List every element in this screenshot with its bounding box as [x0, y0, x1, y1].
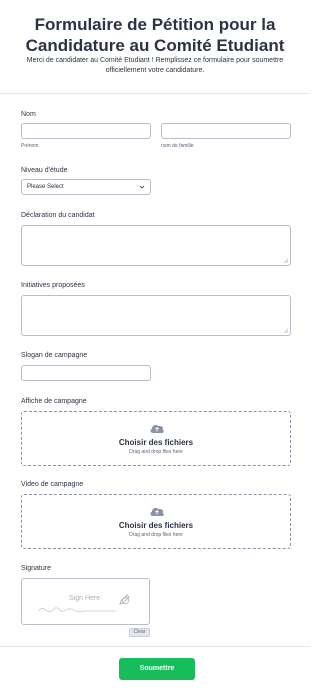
poster-upload-title: Choisir des fichiers [118, 438, 194, 447]
video-upload-dropzone[interactable]: Choisir des fichiers Drag and drop files… [21, 494, 291, 549]
first-name-input[interactable] [21, 123, 151, 139]
poster-upload-dropzone[interactable]: Choisir des fichiers Drag and drop files… [21, 411, 291, 466]
study-level-selected-value: Please Select [27, 184, 64, 190]
signature-pad[interactable]: Sign Here [21, 578, 150, 625]
clear-signature-button[interactable]: Clear [129, 628, 150, 637]
cloud-upload-icon [150, 424, 164, 433]
video-upload-hint: Drag and drop files here [129, 532, 183, 538]
form-subtitle: Merci de candidater au Comité Etudiant !… [26, 57, 284, 74]
last-name-input[interactable] [161, 123, 291, 139]
video-label: Video de campagne [21, 481, 84, 488]
study-level-label: Niveau d'étude [21, 167, 68, 174]
study-level-select[interactable]: Please Select [21, 179, 151, 195]
submit-button[interactable]: Soumettre [119, 658, 195, 680]
statement-label: Déclaration du candidat [21, 212, 95, 219]
form-title: Formulaire de Pétition pour la Candidatu… [25, 15, 285, 55]
resize-grip-icon[interactable] [283, 328, 288, 333]
statement-textarea[interactable] [21, 225, 291, 266]
name-label: Nom [21, 111, 36, 118]
pen-icon [119, 594, 130, 605]
video-upload-title: Choisir des fichiers [118, 521, 194, 530]
resize-grip-icon[interactable] [283, 258, 288, 263]
slogan-label: Slogan de campagne [21, 352, 88, 359]
poster-label: Affiche de campagne [21, 398, 87, 405]
cloud-upload-icon [150, 507, 164, 516]
poster-upload-hint: Drag and drop files here [129, 449, 183, 455]
slogan-input[interactable] [21, 365, 151, 381]
chevron-down-icon [139, 185, 145, 189]
form-header: Formulaire de Pétition pour la Candidatu… [0, 0, 310, 94]
signature-label: Signature [21, 565, 51, 572]
first-name-sublabel: Prénom [21, 143, 39, 149]
last-name-sublabel: nom de famille [161, 143, 194, 149]
footer-divider [0, 646, 310, 647]
initiatives-textarea[interactable] [21, 295, 291, 336]
initiatives-label: Initiatives proposées [21, 282, 85, 289]
